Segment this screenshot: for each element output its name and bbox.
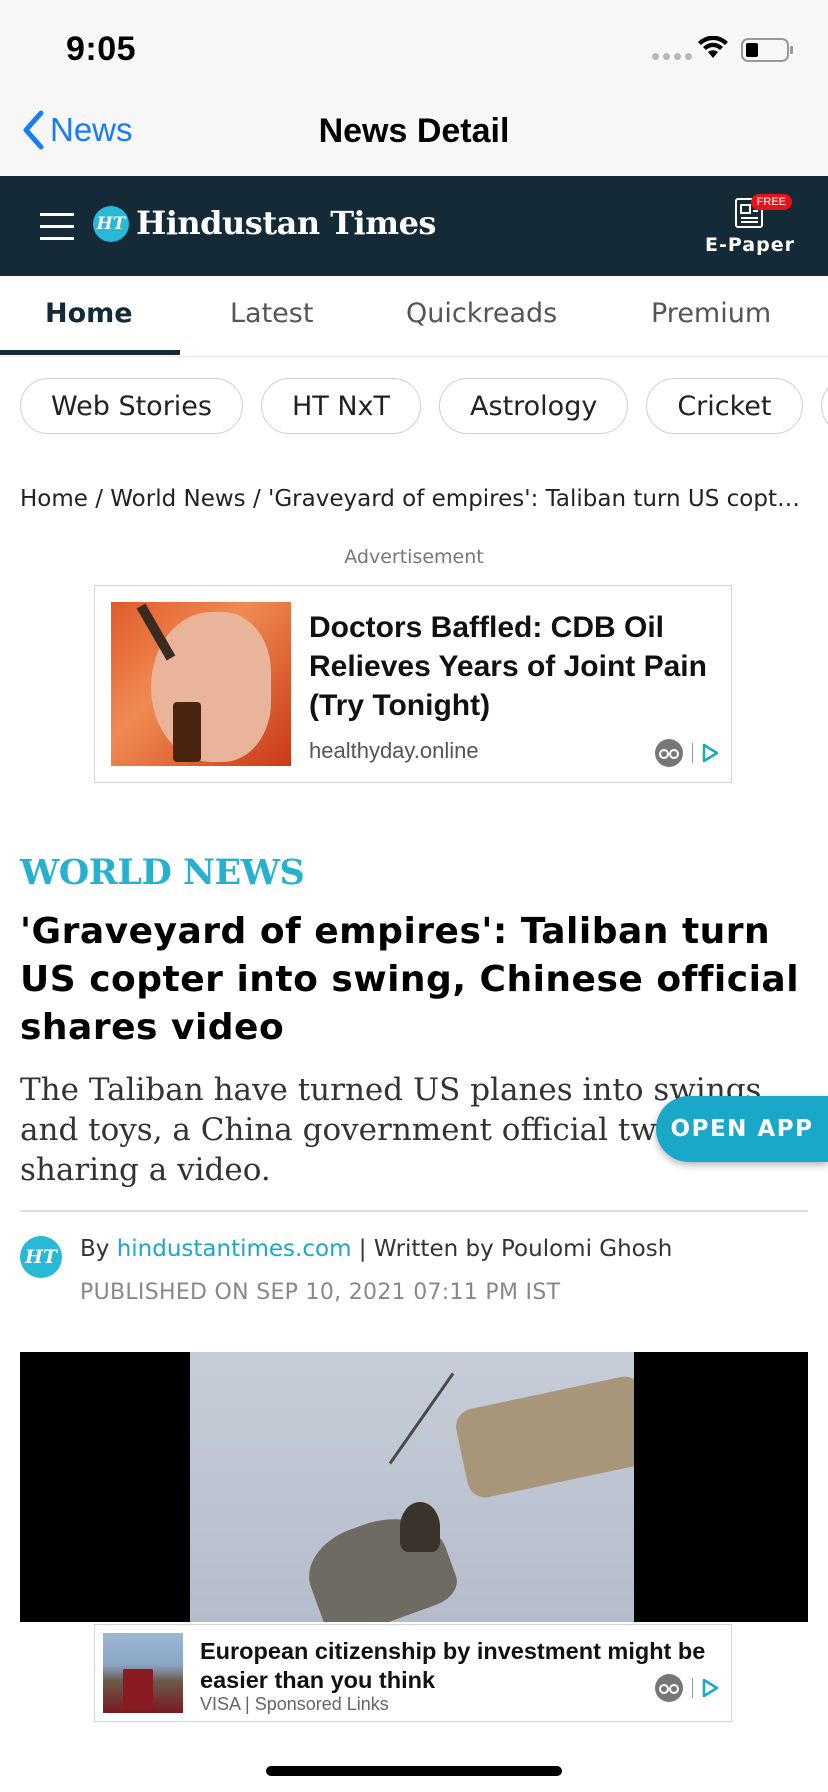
advertisement-card[interactable]: Doctors Baffled: CDB Oil Relieves Years … [94,585,732,783]
status-bar: 9:05 [0,0,828,100]
ad-choices[interactable] [654,738,719,768]
battery-icon [741,38,793,62]
section-label[interactable]: WORLD NEWS [20,852,305,893]
site-header: HT Hindustan Times FREE E-Paper [0,176,828,276]
divider [20,1210,808,1212]
chip-more[interactable] [820,378,828,434]
tab-quickreads[interactable]: Quickreads [406,298,557,329]
topic-chips: Web Stories HT NxT Astrology Cricket [20,378,828,438]
bottom-advertisement[interactable]: European citizenship by investment might… [94,1624,732,1722]
active-tab-indicator [0,350,180,355]
page-title: News Detail [318,112,510,150]
tab-latest[interactable]: Latest [230,298,313,329]
ad-headline[interactable]: Doctors Baffled: CDB Oil Relieves Years … [309,608,709,725]
bottom-ad-image[interactable] [103,1633,183,1713]
menu-icon[interactable] [40,213,74,249]
byline-source-link[interactable]: hindustantimes.com [117,1236,352,1262]
adchoices-icon[interactable] [701,743,719,763]
article-video[interactable] [20,1352,808,1622]
wifi-icon [698,36,728,58]
adchoices-icon[interactable] [701,1678,719,1698]
ad-privacy-icon[interactable] [654,738,684,768]
ad-image[interactable] [111,602,291,766]
advertisement-label: Advertisement [344,546,484,568]
video-frame[interactable] [190,1352,634,1622]
chip-cricket[interactable]: Cricket [646,378,803,434]
cellular-signal-icon [652,53,692,60]
ht-logo-icon[interactable]: HT [93,206,129,242]
chip-astrology[interactable]: Astrology [439,378,629,434]
tab-premium[interactable]: Premium [651,298,771,329]
ad-privacy-icon[interactable] [654,1673,684,1703]
section-tabs: Home Latest Quickreads Premium [0,276,828,357]
home-indicator[interactable] [266,1766,562,1776]
navigation-bar: News News Detail [0,100,828,176]
free-badge: FREE [750,194,792,210]
tab-home[interactable]: Home [45,298,133,329]
byline: By hindustantimes.com | Written by Poulo… [80,1236,672,1262]
breadcrumb[interactable]: Home / World News / 'Graveyard of empire… [20,486,812,512]
open-app-button[interactable]: OPEN APP [656,1096,828,1162]
ht-author-icon: HT [20,1236,62,1278]
epaper-label: E-Paper [705,234,795,256]
published-date: PUBLISHED ON SEP 10, 2021 07:11 PM IST [80,1280,561,1305]
chip-ht-nxt[interactable]: HT NxT [260,378,422,434]
bottom-ad-choices[interactable] [654,1673,719,1703]
ad-source[interactable]: healthyday.online [309,738,479,764]
bottom-ad-source[interactable]: VISA | Sponsored Links [200,1694,389,1715]
bottom-ad-headline[interactable]: European citizenship by investment might… [200,1637,720,1695]
chip-web-stories[interactable]: Web Stories [20,378,243,434]
article-headline: 'Graveyard of empires': Taliban turn US … [20,911,800,1048]
site-logo[interactable]: Hindustan Times [136,204,436,242]
epaper-button[interactable]: FREE E-Paper [702,194,798,256]
byline-author: | Written by Poulomi Ghosh [358,1236,673,1262]
status-time: 9:05 [66,30,137,68]
byline-prefix: By [80,1236,110,1262]
